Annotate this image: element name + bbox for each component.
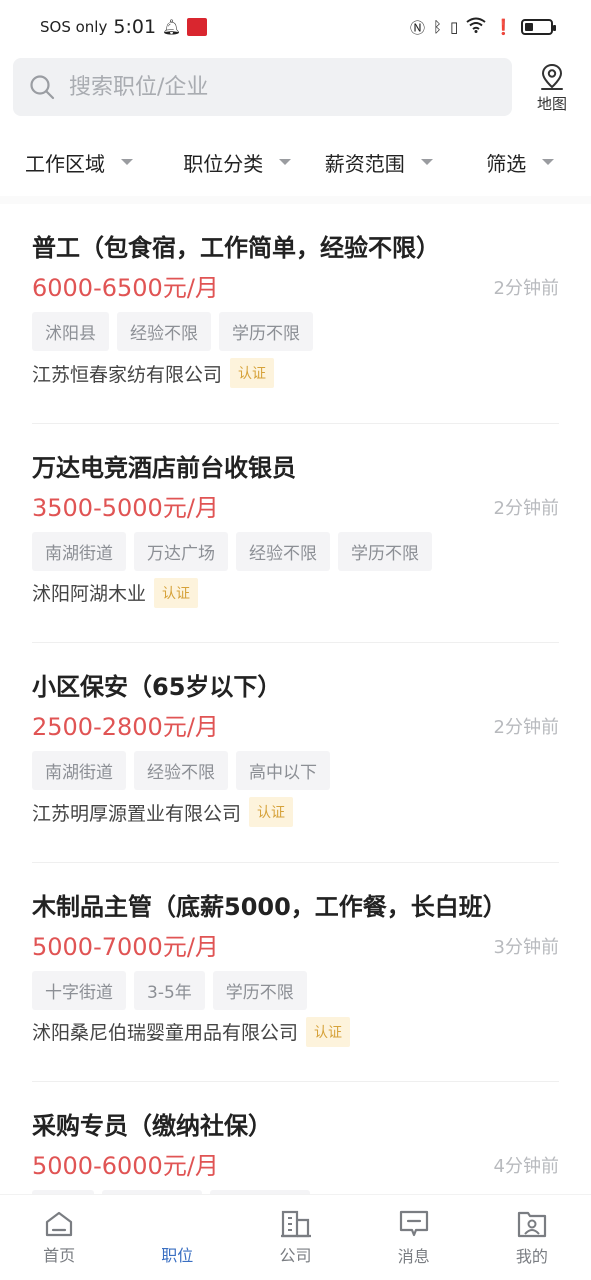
filter-job-category[interactable]: 职位分类 (167, 136, 309, 188)
job-card[interactable]: 普工（包食宿，工作简单，经验不限） 6000-6500元/月 2分钟前 沭阳县 … (32, 204, 559, 424)
company-row: 沭阳阿湖木业 认证 (32, 577, 199, 608)
search-bar[interactable] (13, 58, 512, 116)
nav-label: 我的 (515, 1246, 548, 1266)
status-left: SOS only 5:01 🔔︎ (40, 16, 208, 38)
filter-label: 薪资范围 (324, 151, 405, 176)
nav-company[interactable]: 公司 (236, 1195, 354, 1280)
vibrate-icon: ▯ (450, 18, 459, 36)
building-icon (280, 1210, 311, 1237)
job-list: 普工（包食宿，工作简单，经验不限） 6000-6500元/月 2分钟前 沭阳县 … (0, 204, 591, 1194)
bluetooth-icon: ᛒ (433, 18, 443, 36)
job-title: 小区保安（65岁以下） (32, 673, 282, 701)
status-bar: SOS only 5:01 🔔︎ Ⓝ ᛒ ▯ ❗ (0, 0, 591, 54)
app-notification-icon (187, 18, 208, 36)
company-row: 江苏明厚源置业有限公司 认证 (32, 797, 294, 827)
job-title: 采购专员（缴纳社保） (32, 1112, 272, 1140)
job-title: 普工（包食宿，工作简单，经验不限） (32, 234, 440, 262)
job-tags: 十字街道 3-5年 学历不限 (32, 970, 307, 1010)
job-tag: 万达广场 (134, 531, 228, 571)
carrier-text: SOS only (40, 18, 108, 36)
job-card[interactable]: 木制品主管（底薪5000，工作餐，长白班） 5000-7000元/月 3分钟前 … (32, 863, 559, 1082)
nfc-icon: Ⓝ (410, 18, 426, 37)
job-time: 3分钟前 (493, 936, 559, 958)
job-time: 2分钟前 (493, 497, 559, 519)
job-time: 2分钟前 (493, 717, 559, 738)
job-title: 万达电竞酒店前台收银员 (32, 453, 296, 482)
job-tags: 南湖街道 经验不限 高中以下 (32, 751, 330, 790)
nav-label: 消息 (397, 1246, 430, 1266)
company-row: 江苏恒春家纺有限公司 认证 (32, 358, 275, 388)
wifi-icon (466, 17, 486, 37)
job-tag: 学历不限 (219, 312, 313, 351)
caret-down-icon (279, 159, 292, 165)
search-input[interactable] (69, 74, 469, 100)
caret-down-icon (121, 159, 133, 165)
job-salary: 3500-5000元/月 (32, 493, 219, 522)
job-salary: 6000-6500元/月 (32, 274, 219, 302)
job-card[interactable]: 小区保安（65岁以下） 2500-2800元/月 2分钟前 南湖街道 经验不限 … (32, 643, 559, 863)
alert-icon: ❗ (494, 18, 513, 36)
company-row: 沭阳桑尼伯瑞婴童用品有限公司 认证 (32, 1016, 351, 1047)
company-name: 江苏恒春家纺有限公司 (32, 363, 223, 386)
clock: 5:01 (113, 16, 157, 38)
message-icon (399, 1210, 428, 1236)
job-salary: 5000-7000元/月 (32, 932, 219, 961)
battery-icon (521, 19, 556, 35)
job-tags: 沭阳县 经验不限 学历不限 (32, 312, 313, 351)
notification-bell-icon: 🔔︎ (162, 18, 182, 36)
verified-badge: 认证 (249, 797, 294, 827)
nav-messages[interactable]: 消息 (355, 1195, 473, 1280)
divider (0, 196, 591, 204)
filter-label: 工作区域 (25, 151, 105, 176)
battery-level (525, 23, 533, 31)
job-tag: 南湖街道 (32, 751, 126, 790)
profile-icon (517, 1211, 547, 1237)
caret-down-icon (542, 159, 555, 165)
caret-down-icon (420, 159, 433, 165)
search-icon (30, 75, 55, 100)
job-tag: 经验不限 (117, 312, 211, 351)
status-right: Ⓝ ᛒ ▯ ❗ (410, 17, 556, 38)
job-tag: 十字街道 (32, 970, 126, 1010)
bottom-nav: 首页 职位 公司 消息 我的 (0, 1194, 591, 1280)
job-tags: 南湖街道 万达广场 经验不限 学历不限 (32, 531, 432, 571)
job-title: 木制品主管（底薪5000，工作餐，长白班） (32, 892, 507, 921)
filter-salary-range[interactable]: 薪资范围 (308, 136, 450, 188)
job-tag: 经验不限 (236, 531, 330, 571)
job-tag: 经验不限 (134, 751, 228, 790)
nav-label: 职位 (161, 1245, 194, 1265)
job-tag: 高中以下 (236, 751, 330, 790)
job-card[interactable]: 采购专员（缴纳社保） 5000-6000元/月 4分钟前 (32, 1082, 559, 1194)
nav-label: 公司 (279, 1245, 312, 1265)
company-name: 江苏明厚源置业有限公司 (32, 802, 242, 825)
job-tag: 3-5年 (134, 970, 205, 1010)
job-tag: 学历不限 (212, 970, 307, 1010)
nav-jobs[interactable]: 职位 (118, 1195, 236, 1280)
nav-home[interactable]: 首页 (0, 1195, 118, 1280)
job-tag: 学历不限 (338, 531, 432, 571)
job-card[interactable]: 万达电竞酒店前台收银员 3500-5000元/月 2分钟前 南湖街道 万达广场 … (32, 424, 559, 643)
map-button[interactable]: 地图 (524, 60, 580, 116)
job-tag: 沭阳县 (32, 312, 109, 351)
job-time: 2分钟前 (493, 278, 559, 299)
filter-label: 筛选 (486, 151, 527, 176)
verified-badge: 认证 (306, 1016, 351, 1047)
map-pin-icon (541, 63, 563, 90)
nav-profile[interactable]: 我的 (473, 1195, 591, 1280)
verified-badge: 认证 (154, 577, 199, 608)
filter-bar: 工作区域 职位分类 薪资范围 筛选 (0, 136, 591, 188)
nav-label: 首页 (43, 1245, 76, 1265)
job-tag: 南湖街道 (32, 531, 126, 571)
map-label: 地图 (536, 94, 567, 113)
home-icon (45, 1211, 73, 1236)
job-salary: 5000-6000元/月 (32, 1152, 219, 1180)
filter-work-area[interactable]: 工作区域 (0, 136, 167, 188)
verified-badge: 认证 (230, 358, 275, 388)
job-salary: 2500-2800元/月 (32, 713, 219, 741)
filter-label: 职位分类 (183, 151, 264, 176)
company-name: 沭阳桑尼伯瑞婴童用品有限公司 (32, 1022, 299, 1044)
filter-more[interactable]: 筛选 (450, 136, 591, 188)
company-name: 沭阳阿湖木业 (32, 583, 147, 605)
job-time: 4分钟前 (493, 1156, 559, 1177)
